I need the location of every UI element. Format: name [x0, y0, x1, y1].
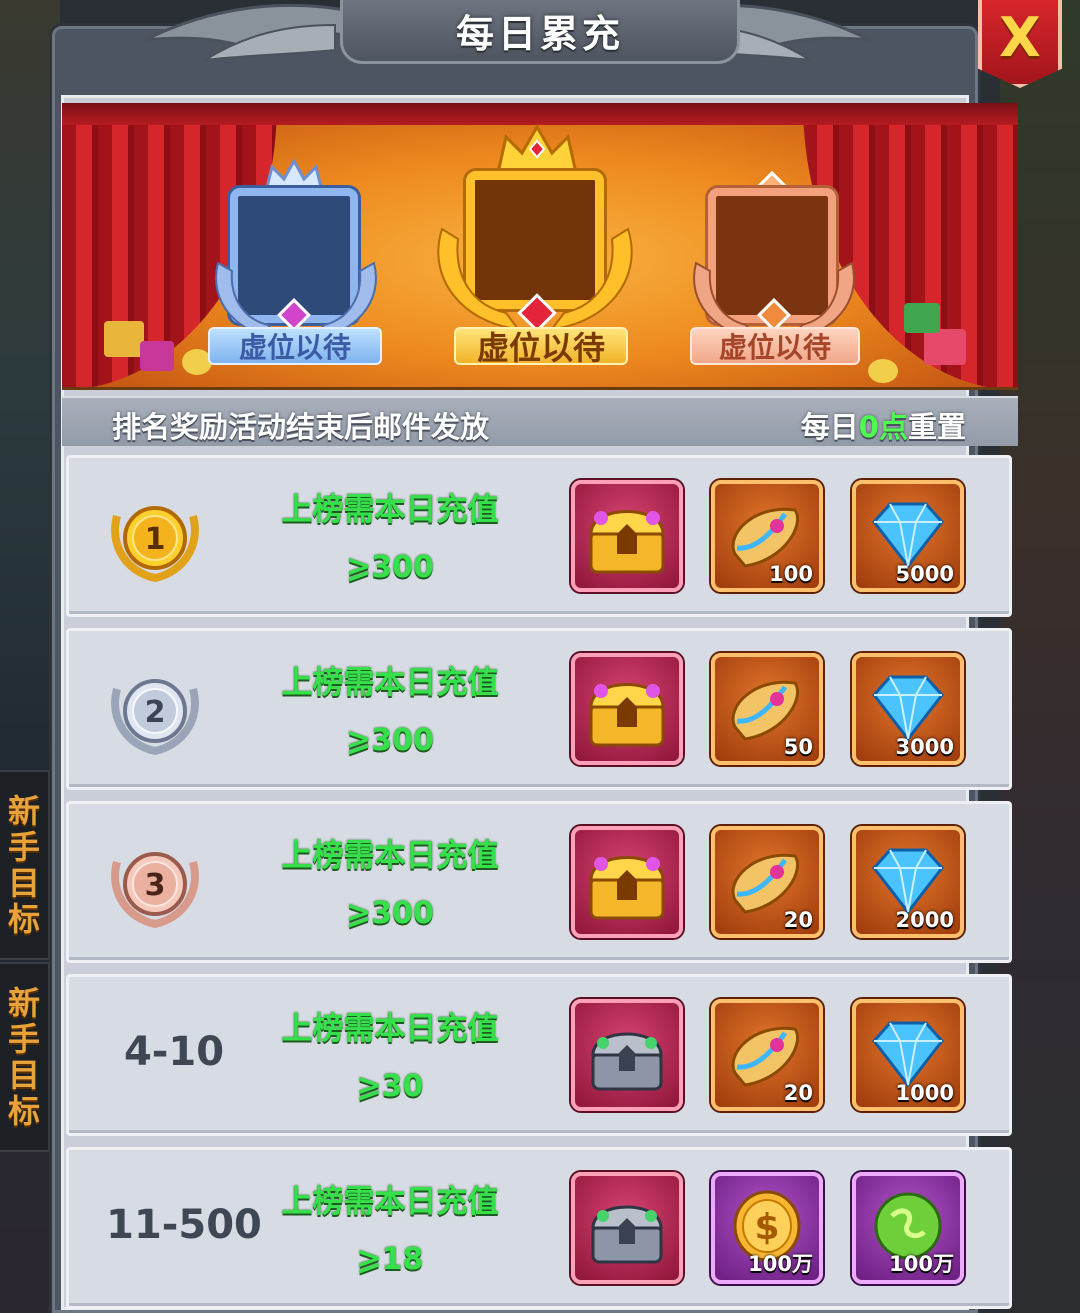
reward-item-diamond[interactable]: 2000: [852, 826, 964, 938]
requirement-value: ⩾300: [346, 550, 434, 585]
side-tab-char: 新: [7, 984, 40, 1022]
reward-item-golden-chest[interactable]: [571, 480, 683, 592]
side-tab-char: 标: [7, 1092, 40, 1130]
reward-item-diamond[interactable]: 3000: [852, 653, 964, 765]
side-tab-char: 目: [7, 1056, 40, 1094]
reward-item-scroll[interactable]: 50: [711, 653, 823, 765]
side-tab-char: 目: [7, 864, 40, 902]
info-bar: 排名奖励活动结束后邮件发放 每日0点重置: [62, 396, 1018, 446]
rank-range: 4-10: [123, 1029, 225, 1075]
gold-rank-medal-icon: 1: [111, 506, 199, 582]
reward-item-golden-chest[interactable]: [571, 826, 683, 938]
golden-treasure-chest-icon: [589, 510, 665, 574]
reset-prefix: 每日: [800, 410, 859, 444]
curtain-valance: [62, 103, 1018, 125]
page-title: 每日累充: [455, 12, 624, 56]
reward-quantity: 100: [769, 562, 813, 586]
reward-quantity: 100万: [748, 1252, 813, 1276]
bronze-rank-medal-icon: 3: [111, 852, 199, 928]
reward-row-rank-2: 2 上榜需本日充值 ⩾300 50 3000: [66, 628, 1012, 790]
reward-quantity: 2000: [895, 908, 954, 932]
first-place-placeholder: 虚位以待: [454, 327, 628, 367]
reward-item-gold-coin[interactable]: $ 100万: [711, 1172, 823, 1284]
reward-row-rank-11-500: 11-500 上榜需本日充值 ⩾18 $ 100万 100万: [66, 1147, 1012, 1309]
requirement-label: 上榜需本日充值: [281, 665, 499, 701]
silver-treasure-chest-icon: [591, 1032, 663, 1091]
third-place-placeholder: 虚位以待: [690, 327, 860, 365]
reward-quantity: 20: [783, 1081, 813, 1105]
side-tab-char: 标: [7, 900, 40, 938]
requirement-label: 上榜需本日充值: [281, 838, 499, 874]
reward-mail-notice: 排名奖励活动结束后邮件发放: [112, 410, 490, 444]
requirement-label: 上榜需本日充值: [281, 492, 499, 528]
left-wing-ornament: [144, 3, 347, 61]
reward-quantity: 50: [783, 735, 813, 759]
side-tab-char: 新: [7, 792, 40, 830]
reward-rows: 1 上榜需本日充值 ⩾300 100 5000 2 上榜需本日充值 ⩾300 5…: [66, 455, 1012, 1313]
reward-row-rank-4-10: 4-10 上榜需本日充值 ⩾30 20 1000: [66, 974, 1012, 1136]
silver-treasure-chest-icon: [591, 1205, 663, 1264]
reset-suffix: 重置: [907, 410, 966, 444]
golden-treasure-chest-icon: [589, 683, 665, 747]
gift-box-icon: [904, 303, 940, 333]
reward-item-essence-orb[interactable]: 100万: [852, 1172, 964, 1284]
reward-quantity: 5000: [895, 562, 954, 586]
reward-item-scroll[interactable]: 20: [711, 826, 823, 938]
reward-item-scroll[interactable]: 20: [711, 999, 823, 1111]
reward-quantity: 20: [783, 908, 813, 932]
close-icon: X: [999, 5, 1041, 69]
rank-number: 3: [145, 868, 166, 903]
requirement-value: ⩾300: [346, 896, 434, 931]
reward-item-silver-chest[interactable]: [571, 999, 683, 1111]
title-plate: 每日累充: [340, 0, 740, 64]
reward-row-rank-3: 3 上榜需本日充值 ⩾300 20 2000: [66, 801, 1012, 963]
requirement-label: 上榜需本日充值: [281, 1011, 499, 1047]
daily-reset-notice: 每日0点重置: [801, 404, 966, 446]
rank-number: 1: [145, 522, 166, 557]
rank-range: 11-500: [106, 1202, 262, 1248]
reward-quantity: 1000: [895, 1081, 954, 1105]
svg-text:$: $: [754, 1207, 779, 1248]
reset-time: 0点: [858, 410, 908, 444]
rank-number: 2: [145, 695, 166, 730]
reward-quantity: 100万: [889, 1252, 954, 1276]
side-tab-char: 手: [7, 1020, 40, 1058]
side-tab-newbie-goals[interactable]: 新 手 目 标: [0, 962, 50, 1152]
requirement-value: ⩾30: [356, 1069, 424, 1104]
reward-item-scroll[interactable]: 100: [711, 480, 823, 592]
podium-banner: 虚位以待 虚位以待 虚位以待: [62, 103, 1018, 390]
reward-row-rank-1: 1 上榜需本日充值 ⩾300 100 5000: [66, 455, 1012, 617]
reward-quantity: 3000: [895, 735, 954, 759]
reward-item-diamond[interactable]: 5000: [852, 480, 964, 592]
requirement-label: 上榜需本日充值: [281, 1184, 499, 1220]
reward-item-silver-chest[interactable]: [571, 1172, 683, 1284]
requirement-value: ⩾300: [346, 723, 434, 758]
golden-treasure-chest-icon: [589, 856, 665, 920]
reward-item-golden-chest[interactable]: [571, 653, 683, 765]
second-place-placeholder: 虚位以待: [208, 327, 382, 365]
side-tab-newbie-goals[interactable]: 新 手 目 标: [0, 770, 50, 960]
silver-rank-medal-icon: 2: [111, 679, 199, 755]
gold-coin-pile-icon: [868, 359, 898, 383]
reward-item-diamond[interactable]: 1000: [852, 999, 964, 1111]
gift-box-icon: [924, 329, 966, 365]
gift-box-icon: [140, 341, 174, 371]
gift-box-icon: [104, 321, 144, 357]
side-tab-char: 手: [7, 828, 40, 866]
requirement-value: ⩾18: [356, 1242, 424, 1277]
